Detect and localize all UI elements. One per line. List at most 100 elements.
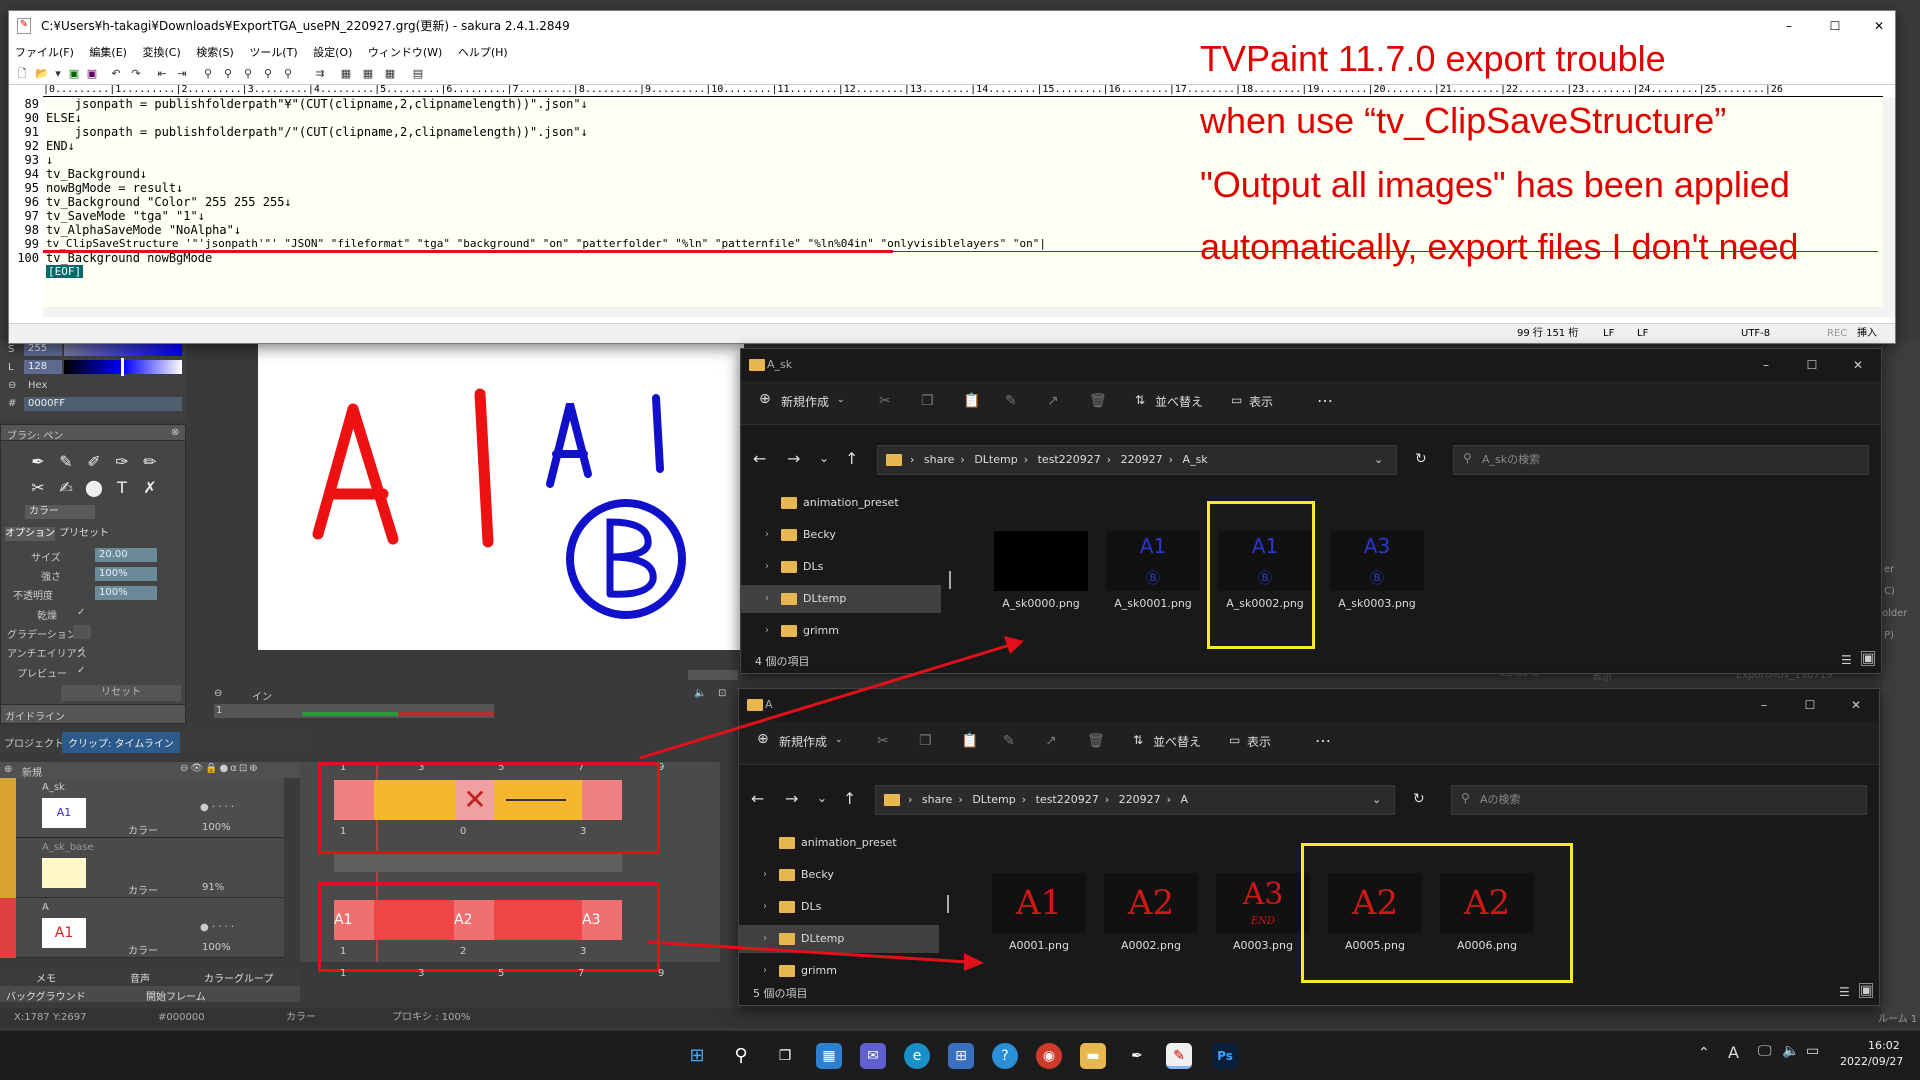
up-arrow-icon[interactable]: ↑ bbox=[843, 789, 856, 808]
save-icon[interactable]: ▣ bbox=[67, 67, 81, 81]
settings-icon[interactable]: ▤ bbox=[411, 67, 425, 81]
antialias-check-icon[interactable]: ✓ bbox=[77, 645, 85, 656]
gradation-swatch[interactable] bbox=[73, 625, 91, 639]
horizontal-scrollbar[interactable] bbox=[43, 307, 1883, 317]
tray-chevron-icon[interactable]: ⌃ bbox=[1698, 1045, 1710, 1061]
chevron-down-icon[interactable]: ⌄ bbox=[835, 735, 843, 745]
sort-icon[interactable]: ⇅ bbox=[1133, 733, 1143, 747]
chrome-icon[interactable]: ◉ bbox=[1036, 1043, 1062, 1069]
path-segment[interactable]: share bbox=[916, 793, 959, 806]
widgets-icon[interactable]: ▦ bbox=[816, 1043, 842, 1069]
new-layer-button[interactable]: 新規 bbox=[22, 764, 42, 779]
redo-icon[interactable]: ↷ bbox=[129, 67, 143, 81]
find-prev-icon[interactable]: ⚲ bbox=[221, 67, 235, 81]
color-mode-select[interactable]: カラー bbox=[25, 505, 95, 519]
path-segment[interactable]: 220927 bbox=[1115, 453, 1169, 466]
find-next-icon[interactable]: ⚲ bbox=[241, 67, 255, 81]
pen-tool-icon[interactable]: ✒ bbox=[27, 451, 49, 473]
chevron-right-icon[interactable]: › bbox=[763, 861, 767, 889]
chevron-down-icon[interactable]: ⌄ bbox=[1374, 446, 1383, 474]
chevron-right-icon[interactable]: › bbox=[763, 893, 767, 921]
view-button[interactable]: 表示 bbox=[1249, 393, 1273, 410]
sakura-icon[interactable]: ✎ bbox=[1166, 1043, 1192, 1069]
eraser-tool-icon[interactable]: ✗ bbox=[139, 477, 161, 499]
scissors-tool-icon[interactable]: ✂ bbox=[27, 477, 49, 499]
tree-item-animation-preset[interactable]: animation_preset bbox=[739, 829, 939, 857]
volume-icon[interactable]: 🔈 bbox=[1782, 1043, 1799, 1059]
tab-project[interactable]: プロジェクト bbox=[4, 735, 64, 750]
drawing-canvas[interactable] bbox=[258, 344, 744, 650]
layer-row-a-sk[interactable]: A_sk A1 カラー 100% ● · · · · bbox=[0, 778, 284, 838]
compare-icon[interactable]: ▦ bbox=[361, 67, 375, 81]
dry-check-icon[interactable]: ✓ bbox=[77, 607, 85, 618]
chevron-down-icon[interactable]: ⌄ bbox=[837, 395, 845, 405]
text-tool-icon[interactable]: T bbox=[111, 477, 133, 499]
replace-icon[interactable]: ⚲ bbox=[261, 67, 275, 81]
chevron-down-icon[interactable]: ⌄ bbox=[1372, 786, 1381, 814]
chevron-right-icon[interactable]: › bbox=[763, 925, 767, 953]
view-icon[interactable]: ▭ bbox=[1229, 733, 1240, 747]
layer-mode[interactable]: カラー bbox=[128, 822, 158, 837]
chevron-right-icon[interactable]: › bbox=[765, 553, 769, 581]
copy-icon[interactable]: ❐ bbox=[921, 393, 934, 409]
speaker-icon[interactable]: 🔈 bbox=[694, 688, 706, 699]
new-file-icon[interactable]: 🗋 bbox=[15, 67, 29, 81]
search-box[interactable]: Aの検索 bbox=[1451, 785, 1867, 815]
path-segment[interactable]: test220927 bbox=[1030, 793, 1105, 806]
timeline-track-a-sk-base[interactable] bbox=[334, 852, 622, 872]
help-icon[interactable]: ? bbox=[992, 1043, 1018, 1069]
recent-chevron-icon[interactable]: ⌄ bbox=[817, 791, 827, 805]
path-segment[interactable]: DLtemp bbox=[968, 453, 1023, 466]
chevron-right-icon[interactable]: › bbox=[765, 521, 769, 549]
reset-button[interactable]: リセット bbox=[61, 685, 181, 701]
tvpaint-icon[interactable]: ✒ bbox=[1124, 1043, 1150, 1069]
tiles-view-icon[interactable]: ▣ bbox=[1859, 983, 1874, 998]
sort-button[interactable]: 並べ替え bbox=[1153, 733, 1201, 750]
airbrush-tool-icon[interactable]: ✑ bbox=[111, 451, 133, 473]
sort-button[interactable]: 並べ替え bbox=[1155, 393, 1203, 410]
chevron-right-icon[interactable]: › bbox=[763, 957, 767, 985]
pencil-tool-icon[interactable]: ✏ bbox=[139, 451, 161, 473]
menu-search[interactable]: 検索(S) bbox=[190, 41, 240, 63]
path-segment[interactable]: DLtemp bbox=[966, 793, 1021, 806]
path-segment[interactable]: A bbox=[1175, 793, 1195, 806]
more-icon[interactable]: … bbox=[1317, 387, 1333, 406]
task-view-icon[interactable]: ❐ bbox=[772, 1043, 798, 1069]
panel-close-icon[interactable]: ⊗ bbox=[171, 427, 179, 438]
close-button[interactable]: ✕ bbox=[1859, 11, 1899, 41]
layer-opacity[interactable]: 100% bbox=[202, 822, 231, 833]
maximize-button[interactable]: ☐ bbox=[1815, 11, 1855, 41]
store-icon[interactable]: ⊞ bbox=[948, 1043, 974, 1069]
tab-clip-timeline[interactable]: クリップ: タイムライン bbox=[62, 732, 180, 753]
tiles-view-icon[interactable]: ▣ bbox=[1861, 651, 1876, 666]
new-icon[interactable]: ⊕ bbox=[757, 731, 769, 747]
path-segment[interactable]: A_sk bbox=[1177, 453, 1214, 466]
undo-icon[interactable]: ↶ bbox=[109, 67, 123, 81]
tree-item-becky[interactable]: › Becky bbox=[741, 521, 941, 549]
tree-item-dltemp[interactable]: › DLtemp bbox=[739, 925, 939, 953]
back-icon[interactable]: ⇤ bbox=[155, 67, 169, 81]
refresh-icon[interactable]: ↻ bbox=[1413, 791, 1425, 807]
tab-color-group[interactable]: カラーグループ bbox=[204, 970, 273, 985]
copy-icon[interactable]: ❐ bbox=[919, 733, 932, 749]
opacity-value[interactable]: 100% bbox=[95, 586, 157, 600]
refresh-icon[interactable]: ↻ bbox=[1415, 451, 1427, 467]
size-value[interactable]: 20.00 bbox=[95, 548, 157, 562]
back-arrow-icon[interactable]: ← bbox=[751, 789, 764, 808]
search-box[interactable]: A_skの検索 bbox=[1453, 445, 1869, 475]
minimize-button[interactable]: – bbox=[1741, 689, 1787, 721]
forward-arrow-icon[interactable]: → bbox=[787, 449, 800, 468]
battery-icon[interactable]: ▭ bbox=[1806, 1043, 1819, 1059]
file-explorer-icon[interactable]: ▬ bbox=[1080, 1043, 1106, 1069]
photoshop-icon[interactable]: Ps bbox=[1212, 1043, 1238, 1069]
start-icon[interactable]: ⊞ bbox=[684, 1043, 710, 1069]
delete-icon[interactable]: 🗑 bbox=[1087, 733, 1105, 749]
sort-icon[interactable]: ⇅ bbox=[1135, 393, 1145, 407]
maximize-button[interactable]: ☐ bbox=[1789, 349, 1835, 381]
file-item[interactable]: A2 A0002.png bbox=[1097, 873, 1205, 952]
s-slider[interactable] bbox=[64, 342, 182, 356]
ime-indicator[interactable]: A bbox=[1728, 1043, 1739, 1062]
visibility-dot-icon[interactable]: ● · · · · bbox=[200, 802, 234, 813]
paste-icon[interactable]: 📋 bbox=[963, 393, 980, 409]
chevron-right-icon[interactable]: › bbox=[765, 617, 769, 645]
